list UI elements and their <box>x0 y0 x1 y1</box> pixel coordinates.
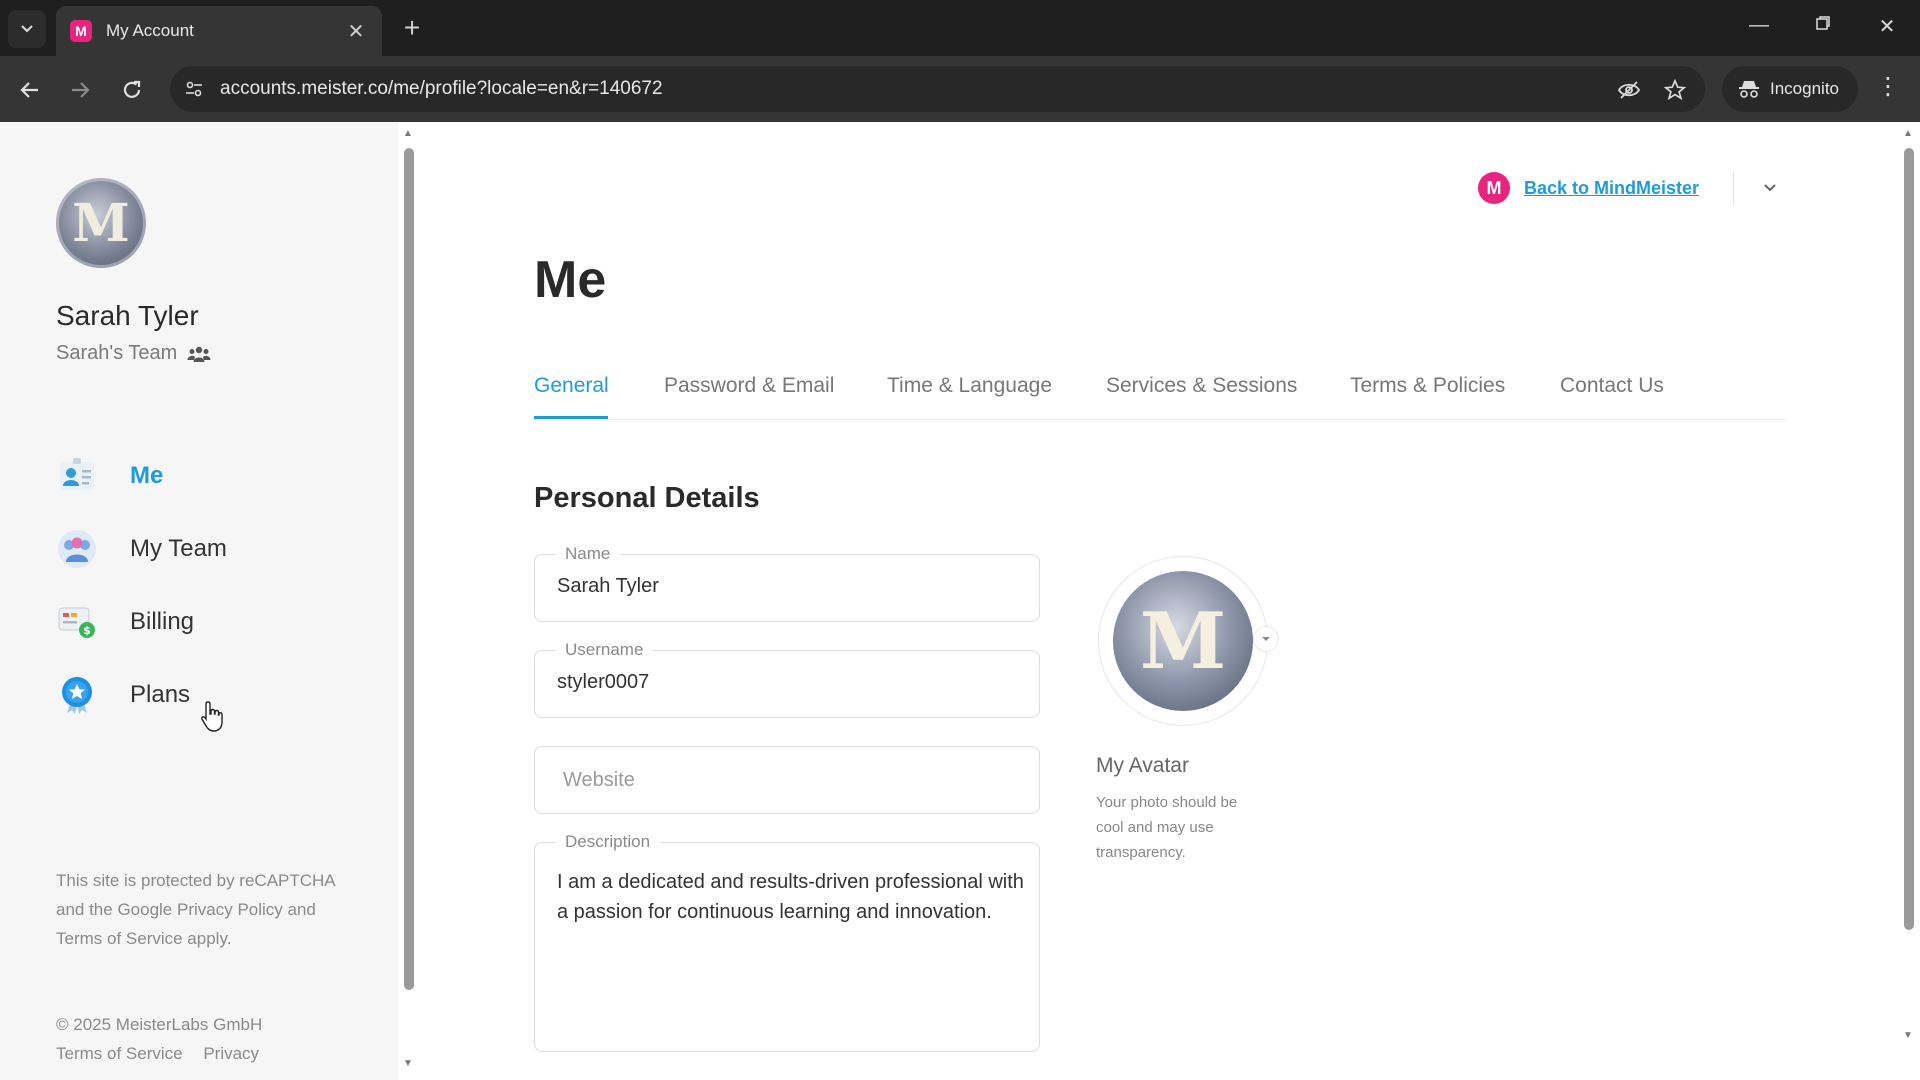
sidebar-item-plans[interactable]: Plans <box>56 671 190 719</box>
back-link-label: Back to MindMeister <box>1524 177 1700 198</box>
incognito-icon <box>1739 81 1759 98</box>
description-label: Description <box>555 832 661 852</box>
minimize-icon[interactable]: — <box>1744 14 1774 37</box>
sidebar-item-my-team[interactable]: My Team <box>56 525 227 573</box>
close-icon[interactable]: ✕ <box>344 19 368 44</box>
footer-terms-link[interactable]: Terms of Service <box>56 1044 183 1063</box>
tab-general[interactable]: General <box>534 374 609 398</box>
sidebar-item-me[interactable]: Me <box>56 452 163 500</box>
tab-password-email[interactable]: Password & Email <box>664 374 834 398</box>
description-field[interactable]: Description I am a dedicated and results… <box>534 832 1040 1052</box>
hand-cursor-icon <box>201 701 223 732</box>
me-icon <box>56 455 98 497</box>
section-title: Personal Details <box>534 482 760 514</box>
account-menu-chevron-icon[interactable] <box>1760 178 1780 198</box>
sidebar-item-label: Billing <box>130 608 195 635</box>
site-settings-icon[interactable] <box>182 77 206 101</box>
main-scroll-down-icon[interactable]: ▼ <box>1903 1030 1913 1041</box>
back-to-mindmeister-link[interactable]: M Back to MindMeister <box>1478 172 1699 204</box>
address-bar[interactable]: accounts.meister.co/me/profile?locale=en… <box>170 66 1705 112</box>
restore-icon[interactable] <box>1808 14 1838 37</box>
billing-icon: $ <box>56 601 98 643</box>
sidebar: M Sarah Tyler Sarah's Team Me My Team $ … <box>0 122 398 1080</box>
chevron-down-icon <box>21 25 33 33</box>
copyright-footer: © 2025 MeisterLabs GmbH Terms of Service… <box>56 1010 262 1068</box>
sidebar-item-label: Plans <box>130 681 191 708</box>
meister-favicon-icon: M <box>70 20 92 42</box>
reload-icon[interactable] <box>114 72 150 108</box>
browser-toolbar: accounts.meister.co/me/profile?locale=en… <box>0 56 1920 122</box>
username-value: styler0007 <box>557 671 650 693</box>
name-label: Name <box>555 544 621 564</box>
avatar: M <box>1113 571 1253 711</box>
team-group-icon <box>187 346 211 362</box>
tab-title: My Account <box>106 21 194 40</box>
copyright-text: © 2025 MeisterLabs GmbH <box>56 1015 263 1034</box>
settings-tabs: General Password & Email Time & Language… <box>534 372 1786 420</box>
sidebar-scroll-down-icon[interactable]: ▼ <box>403 1058 413 1069</box>
user-name: Sarah Tyler <box>56 300 199 331</box>
mindmeister-logo-icon: M <box>1478 172 1510 204</box>
avatar[interactable]: M <box>56 178 146 268</box>
description-value: I am a dedicated and results-driven prof… <box>557 871 1024 923</box>
team-name-label: Sarah's Team <box>56 342 178 364</box>
website-field[interactable]: Website <box>534 746 1040 814</box>
avatar-hint: Your photo should be cool and may use tr… <box>1096 794 1238 861</box>
browser-tab[interactable]: M My Account ✕ <box>56 6 382 56</box>
window-close-icon[interactable]: ✕ <box>1872 14 1902 39</box>
sidebar-item-billing[interactable]: $ Billing <box>56 598 194 646</box>
avatar-picker[interactable]: M <box>1098 556 1268 726</box>
sidebar-scroll-up-icon[interactable]: ▲ <box>403 128 413 139</box>
star-icon[interactable] <box>1662 77 1688 103</box>
main-scrollbar[interactable] <box>1904 148 1914 930</box>
name-value: Sarah Tyler <box>557 575 659 597</box>
browser-menu-icon[interactable]: ⋮ <box>1876 72 1900 101</box>
sidebar-item-label: Me <box>130 462 164 489</box>
team-name: Sarah's Team <box>56 342 211 365</box>
sidebar-item-label: My Team <box>130 535 227 562</box>
active-tab-indicator <box>534 416 608 419</box>
username-field[interactable]: Username styler0007 <box>534 640 1040 718</box>
incognito-button[interactable]: Incognito <box>1722 66 1858 112</box>
tab-services-sessions[interactable]: Services & Sessions <box>1106 374 1297 398</box>
page-title: Me <box>534 251 607 309</box>
tab-search-button[interactable] <box>8 10 46 48</box>
forward-arrow-icon[interactable] <box>62 72 98 108</box>
new-tab-button[interactable]: + <box>396 12 428 44</box>
browser-tabstrip: M My Account ✕ + — ✕ <box>0 0 1920 56</box>
avatar-options-chevron-icon[interactable] <box>1253 626 1279 652</box>
name-field[interactable]: Name Sarah Tyler <box>534 544 1040 622</box>
team-icon <box>56 528 98 570</box>
svg-text:$: $ <box>83 624 91 637</box>
sidebar-scrollbar[interactable] <box>404 148 414 990</box>
username-label: Username <box>555 640 654 660</box>
incognito-label: Incognito <box>1770 79 1839 98</box>
url-text: accounts.meister.co/me/profile?locale=en… <box>220 78 663 99</box>
footer-privacy-link[interactable]: Privacy <box>203 1044 259 1063</box>
tab-terms-policies[interactable]: Terms & Policies <box>1350 374 1505 398</box>
tab-contact-us[interactable]: Contact Us <box>1560 374 1664 398</box>
avatar-title: My Avatar <box>1096 754 1189 777</box>
website-placeholder: Website <box>563 769 635 791</box>
tab-time-language[interactable]: Time & Language <box>887 374 1052 398</box>
back-arrow-icon[interactable] <box>12 72 48 108</box>
header-divider <box>1733 172 1734 206</box>
recaptcha-notice: This site is protected by reCAPTCHA and … <box>56 871 335 948</box>
eye-off-icon[interactable] <box>1616 77 1642 103</box>
main-scroll-up-icon[interactable]: ▲ <box>1903 128 1913 139</box>
plans-icon <box>56 674 98 716</box>
